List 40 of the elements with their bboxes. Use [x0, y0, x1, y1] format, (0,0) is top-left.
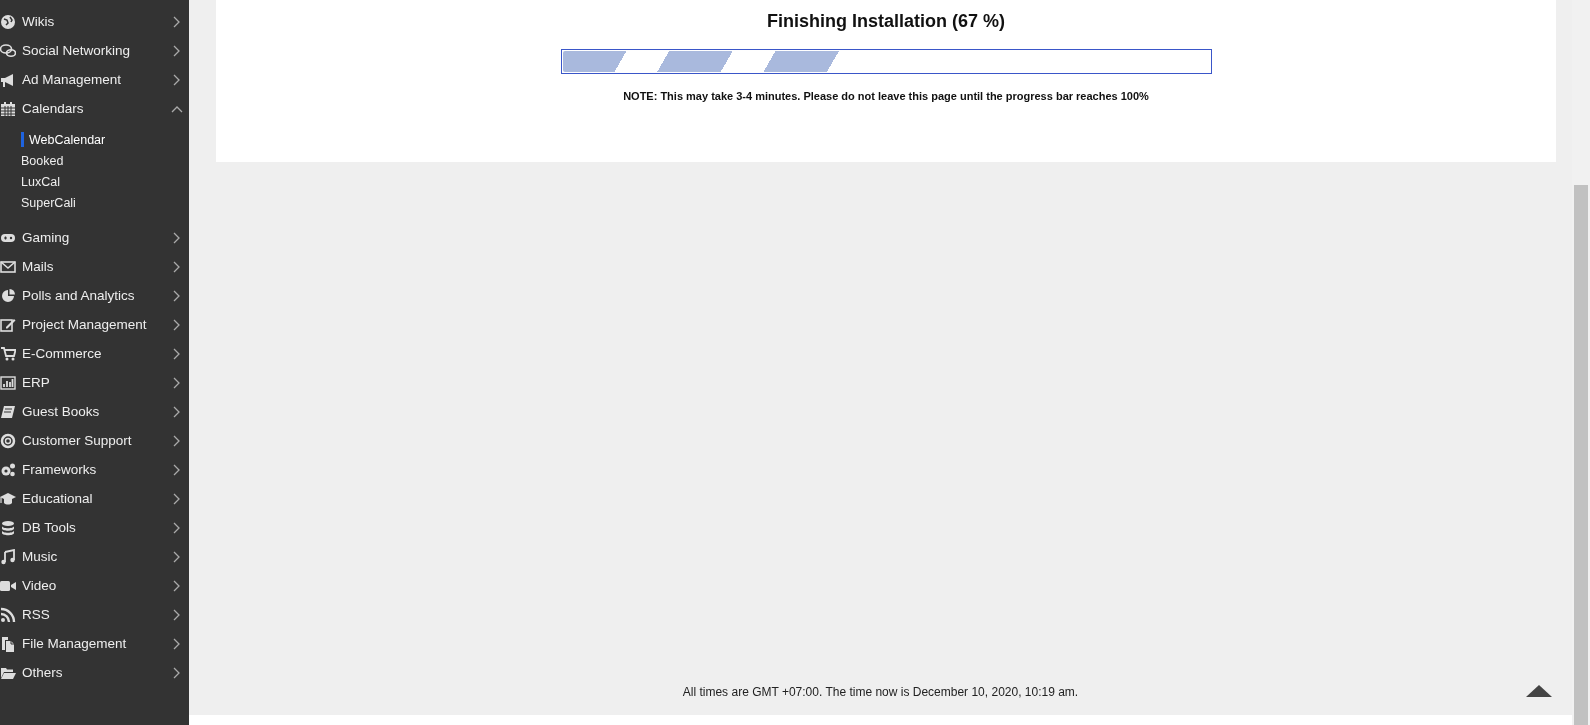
- lifebuoy-icon: [0, 432, 16, 449]
- submenu-item[interactable]: LuxCal: [21, 171, 189, 192]
- submenu-item[interactable]: Booked: [21, 150, 189, 171]
- submenu-item[interactable]: SuperCali: [21, 192, 189, 213]
- sidebar-item[interactable]: Customer Support: [0, 426, 189, 455]
- sidebar-item[interactable]: Wikis: [0, 7, 189, 36]
- sidebar-item[interactable]: Polls and Analytics: [0, 281, 189, 310]
- sidebar-item[interactable]: Educational: [0, 484, 189, 513]
- bar-chart-icon: [0, 374, 16, 391]
- sidebar-item[interactable]: ERP: [0, 368, 189, 397]
- sidebar-item[interactable]: Mails: [0, 252, 189, 281]
- music-icon: [0, 548, 16, 565]
- sidebar-item[interactable]: Frameworks: [0, 455, 189, 484]
- scrollbar-thumb[interactable]: [1574, 185, 1588, 725]
- sidebar-item[interactable]: Social Networking: [0, 36, 189, 65]
- cart-icon: [0, 345, 16, 362]
- sidebar-item[interactable]: File Management: [0, 629, 189, 658]
- sidebar-item[interactable]: Ad Management: [0, 65, 189, 94]
- sidebar-item[interactable]: Calendars: [0, 94, 189, 123]
- sidebar-item[interactable]: Video: [0, 571, 189, 600]
- footer-time-text: All times are GMT +07:00. The time now is December 10, 2020, 10:19 am.: [682, 684, 1079, 699]
- database-icon: [0, 519, 16, 536]
- graduation-cap-icon: [0, 490, 16, 507]
- sidebar-item[interactable]: DB Tools: [0, 513, 189, 542]
- sidebar-item[interactable]: Gaming: [0, 223, 189, 252]
- install-title: Finishing Installation (67 %): [767, 11, 1005, 32]
- sidebar-item[interactable]: Music: [0, 542, 189, 571]
- pie-chart-icon: [0, 287, 16, 304]
- sidebar-item[interactable]: RSS: [0, 600, 189, 629]
- chat-icon: [0, 42, 16, 59]
- rss-icon: [0, 606, 16, 623]
- sidebar-item[interactable]: Others: [0, 658, 189, 687]
- install-note: NOTE: This may take 3-4 minutes. Please do not leave this page until the progress bar reaches 100%: [623, 90, 1149, 102]
- sidebar-item[interactable]: E-Commerce: [0, 339, 189, 368]
- scroll-top-icon[interactable]: [1526, 685, 1552, 697]
- sidebar-item[interactable]: Project Management: [0, 310, 189, 339]
- sidebar-item[interactable]: Guest Books: [0, 397, 189, 426]
- megaphone-icon: [0, 71, 16, 88]
- edit-icon: [0, 316, 16, 333]
- envelope-icon: [0, 258, 16, 275]
